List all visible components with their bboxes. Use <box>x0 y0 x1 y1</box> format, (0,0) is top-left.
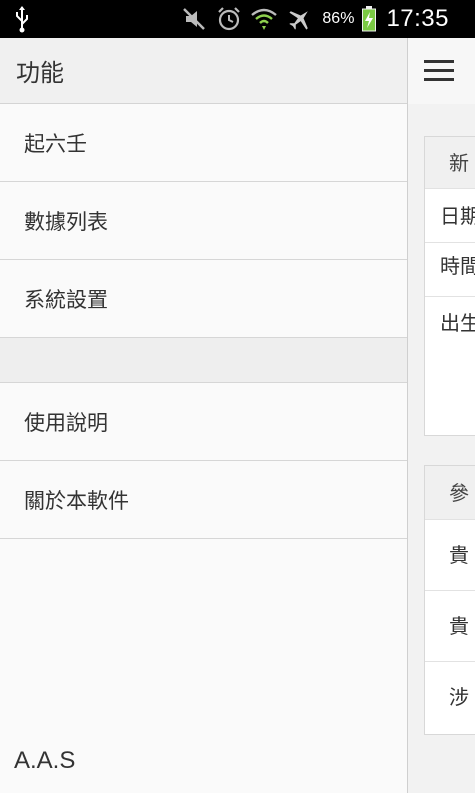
status-left <box>14 4 30 34</box>
drawer-item-about[interactable]: 關於本軟件 <box>0 461 407 539</box>
status-right: 86% 17:35 <box>182 0 449 38</box>
drawer-footer-text: A.A.S <box>14 747 76 774</box>
battery-charging-icon <box>362 6 377 32</box>
mute-icon <box>182 7 208 31</box>
param-row[interactable]: 貴 <box>425 591 475 662</box>
battery-percent: 86% <box>322 10 355 27</box>
main-content: 新 日期 時間 出生 參 貴 貴 涉 <box>408 38 475 793</box>
drawer-item-instructions[interactable]: 使用說明 <box>0 383 407 461</box>
new-case-card: 新 日期 時間 出生 <box>424 136 475 436</box>
birth-row[interactable]: 出生 <box>425 297 475 435</box>
drawer-item-system-settings[interactable]: 系統設置 <box>0 260 407 338</box>
param-row[interactable]: 貴 <box>425 520 475 591</box>
time-row[interactable]: 時間 <box>425 243 475 297</box>
navigation-drawer: 功能 起六壬 數據列表 系統設置 使用說明 關於本軟件 A.A.S <box>0 38 408 793</box>
clock-time: 17:35 <box>386 5 449 32</box>
date-row[interactable]: 日期 <box>425 189 475 243</box>
main-toolbar <box>408 38 475 104</box>
card-header: 新 <box>425 137 475 189</box>
drawer-separator <box>0 338 407 383</box>
params-card: 參 貴 貴 涉 <box>424 465 475 735</box>
drawer-item-start-liuren[interactable]: 起六壬 <box>0 104 407 182</box>
param-row[interactable]: 涉 <box>425 662 475 732</box>
status-bar: 86% 17:35 <box>0 0 475 38</box>
menu-icon[interactable] <box>424 60 454 82</box>
app-root: 86% 17:35 新 日期 時間 出生 參 貴 <box>0 0 475 793</box>
wifi-icon <box>250 6 278 32</box>
drawer-title: 功能 <box>0 38 407 104</box>
drawer-item-data-list[interactable]: 數據列表 <box>0 182 407 260</box>
airplane-icon <box>286 6 314 32</box>
usb-icon <box>14 5 30 33</box>
alarm-icon <box>216 6 242 32</box>
card-header: 參 <box>425 466 475 520</box>
